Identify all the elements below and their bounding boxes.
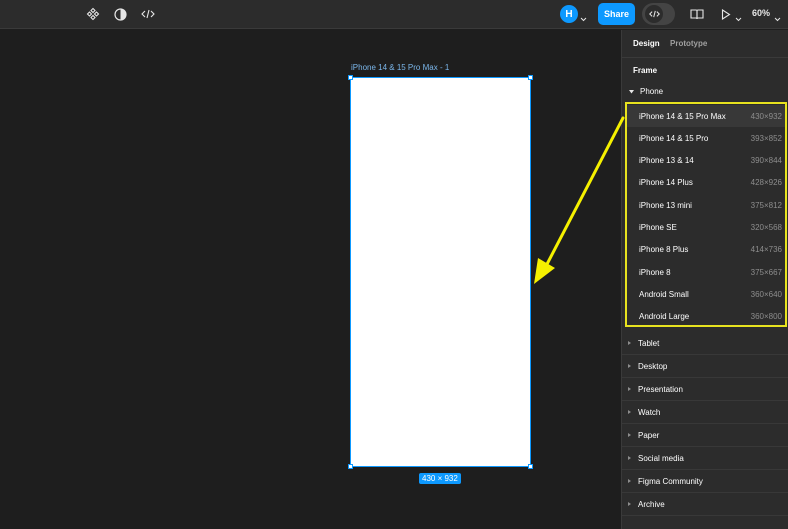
resize-handle-top-right[interactable] — [528, 75, 533, 80]
device-name: iPhone 14 & 15 Pro — [639, 133, 709, 143]
device-name: Android Large — [639, 312, 690, 322]
device-preset[interactable]: Android Large 360×800 — [627, 306, 785, 328]
device-size: 360×800 — [750, 312, 782, 322]
phone-group-header[interactable]: Phone — [629, 87, 663, 96]
device-name: Android Small — [639, 289, 689, 299]
resize-handle-top-left[interactable] — [348, 75, 353, 80]
category-paper[interactable]: Paper — [622, 424, 788, 447]
device-presets-list: iPhone 14 & 15 Pro Max 430×932 iPhone 14 … — [625, 102, 787, 327]
device-preset[interactable]: Android Small 360×640 — [627, 283, 785, 305]
device-size: 375×812 — [750, 200, 782, 210]
panel-tabs: Design Prototype — [622, 30, 788, 58]
contrast-icon[interactable] — [112, 6, 128, 22]
device-preset[interactable]: iPhone 13 mini 375×812 — [627, 194, 785, 216]
category-desktop[interactable]: Desktop — [622, 355, 788, 378]
category-watch[interactable]: Watch — [622, 401, 788, 424]
chevron-down-icon[interactable] — [735, 9, 742, 27]
category-archive[interactable]: Archive — [622, 493, 788, 516]
resize-handle-bottom-right[interactable] — [528, 464, 533, 469]
device-name: iPhone 14 & 15 Pro Max — [639, 111, 726, 121]
device-name: iPhone 13 & 14 — [639, 156, 694, 166]
category-figma-community[interactable]: Figma Community — [622, 470, 788, 493]
device-name: iPhone 13 mini — [639, 200, 692, 210]
category-presentation[interactable]: Presentation — [622, 378, 788, 401]
device-size: 320×568 — [750, 223, 782, 232]
device-size: 375×667 — [750, 267, 782, 277]
device-size: 430×932 — [750, 111, 782, 121]
device-name: iPhone SE — [639, 223, 677, 232]
caret-right-icon — [628, 387, 631, 391]
category-label: Paper — [638, 430, 660, 440]
device-name: iPhone 8 Plus — [639, 245, 689, 255]
device-preset[interactable]: iPhone 8 Plus 414×736 — [627, 239, 785, 261]
category-label: Desktop — [638, 361, 668, 371]
device-preset[interactable]: iPhone SE 320×568 — [627, 217, 785, 239]
component-icon[interactable] — [85, 6, 101, 22]
device-size: 414×736 — [750, 245, 782, 255]
device-size: 360×640 — [750, 289, 782, 299]
chevron-down-icon[interactable] — [580, 9, 587, 27]
caret-right-icon — [628, 433, 631, 437]
resize-handle-bottom-left[interactable] — [348, 464, 353, 469]
properties-panel: Design Prototype Frame Phone iPhone 14 &… — [621, 30, 788, 529]
phone-group-label: Phone — [640, 87, 664, 96]
category-social-media[interactable]: Social media — [622, 447, 788, 470]
device-preset[interactable]: iPhone 14 & 15 Pro 393×852 — [627, 127, 785, 149]
caret-right-icon — [628, 456, 631, 460]
top-toolbar: H Share 60% — [0, 0, 788, 29]
code-icon[interactable] — [140, 6, 156, 22]
category-tablet[interactable]: Tablet — [622, 332, 788, 355]
caret-right-icon — [628, 410, 631, 414]
frame-label[interactable]: iPhone 14 & 15 Pro Max - 1 — [351, 63, 449, 72]
caret-down-icon — [629, 89, 634, 93]
category-label: Social media — [638, 453, 684, 463]
avatar[interactable]: H — [560, 5, 578, 23]
code-icon — [645, 5, 663, 23]
play-icon[interactable] — [718, 6, 734, 22]
device-size: 428×926 — [750, 178, 782, 188]
phone-frame[interactable] — [350, 77, 531, 467]
category-label: Presentation — [638, 384, 683, 394]
device-size: 393×852 — [750, 133, 782, 143]
category-label: Archive — [638, 499, 665, 509]
device-preset[interactable]: iPhone 14 & 15 Pro Max 430×932 — [627, 105, 785, 127]
device-preset[interactable]: iPhone 14 Plus 428×926 — [627, 172, 785, 194]
device-name: iPhone 14 Plus — [639, 178, 693, 188]
zoom-level[interactable]: 60% — [752, 8, 770, 18]
caret-right-icon — [628, 341, 631, 345]
library-icon[interactable] — [689, 6, 705, 22]
device-preset[interactable]: iPhone 8 375×667 — [627, 261, 785, 283]
device-name: iPhone 8 — [639, 267, 671, 277]
dev-mode-toggle[interactable] — [642, 3, 675, 25]
category-label: Tablet — [638, 338, 660, 348]
frame-size-badge: 430 × 932 — [419, 473, 461, 484]
chevron-down-icon[interactable] — [774, 9, 781, 27]
caret-right-icon — [628, 502, 631, 506]
caret-right-icon — [628, 364, 631, 368]
tab-prototype[interactable]: Prototype — [670, 39, 707, 48]
device-size: 390×844 — [750, 156, 782, 166]
caret-right-icon — [628, 479, 631, 483]
section-title: Frame — [633, 66, 658, 75]
device-preset[interactable]: iPhone 13 & 14 390×844 — [627, 150, 785, 172]
category-label: Figma Community — [638, 476, 703, 486]
category-label: Watch — [638, 407, 661, 417]
tab-design[interactable]: Design — [633, 39, 660, 48]
share-button[interactable]: Share — [598, 3, 635, 25]
